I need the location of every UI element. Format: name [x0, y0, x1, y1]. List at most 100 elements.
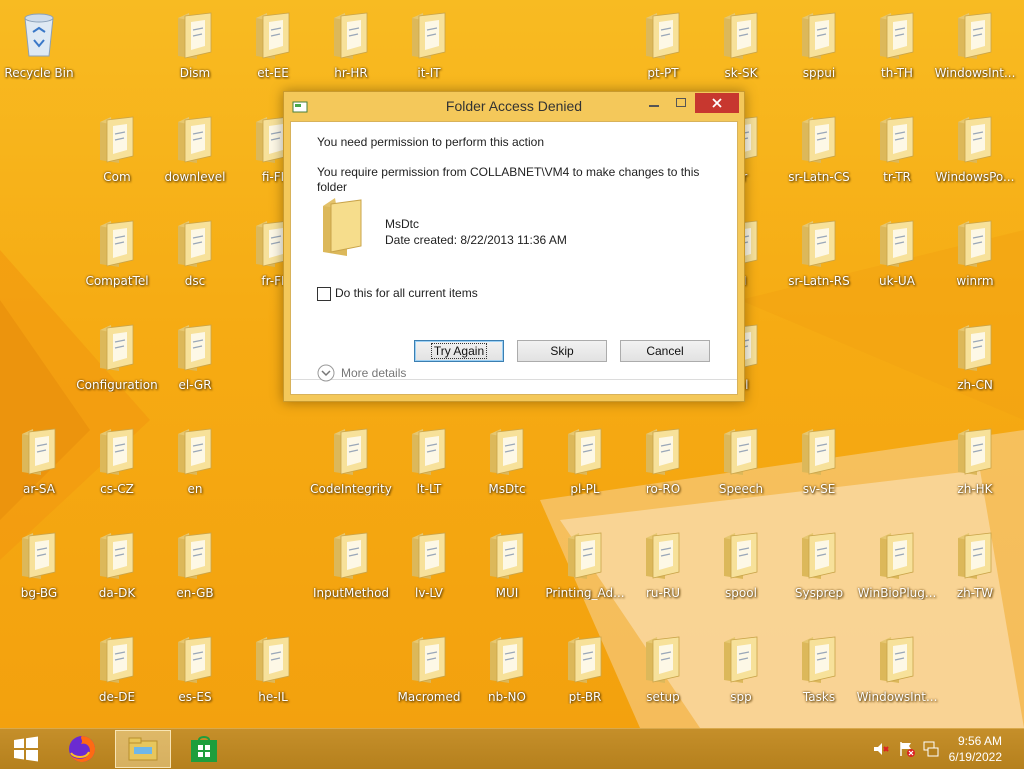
desktop-icon-zh-tw[interactable]: zh-TW [937, 524, 1013, 620]
desktop-icon-zh-hk[interactable]: zh-HK [937, 420, 1013, 516]
desktop-icon-nb-no[interactable]: nb-NO [469, 628, 545, 724]
desktop-icon-dism[interactable]: Dism [157, 4, 233, 100]
action-center-tray-button[interactable] [896, 730, 918, 768]
desktop-icon-printing-ad[interactable]: Printing_Ad... [545, 524, 625, 620]
desktop-icon-label: InputMethod [312, 586, 390, 600]
folder-icon [724, 428, 758, 475]
desktop-icon-sv-se[interactable]: sv-SE [781, 420, 857, 516]
folder-icon [490, 428, 524, 475]
desktop-icon-windowsint-1[interactable]: WindowsInt... [935, 4, 1015, 100]
maximize-button[interactable] [668, 93, 694, 113]
desktop-icon-es-es[interactable]: es-ES [157, 628, 233, 724]
desktop-icon-winbioplug[interactable]: WinBioPlug... [858, 524, 936, 620]
folder-icon [490, 636, 524, 683]
desktop-icon-spool[interactable]: spool [703, 524, 779, 620]
desktop-icon-uk-ua[interactable]: uk-UA [859, 212, 935, 308]
desktop-icon-en-gb[interactable]: en-GB [157, 524, 233, 620]
dialog-message: You require permission from COLLABNET\VM… [317, 165, 700, 194]
folder-icon [724, 12, 758, 59]
desktop-icon-ro-ro[interactable]: ro-RO [625, 420, 701, 516]
folder-icon [178, 532, 212, 579]
recycle-bin-icon [24, 13, 54, 57]
minimize-button[interactable] [641, 93, 667, 113]
close-button[interactable] [695, 93, 739, 113]
folder-icon [321, 196, 363, 260]
desktop-icon-label: ro-RO [645, 482, 681, 496]
desktop-icon-label: lt-LT [416, 482, 442, 496]
desktop-icon-label: bg-BG [20, 586, 58, 600]
folder-access-denied-dialog: Folder Access Denied You need permission… [283, 91, 745, 402]
desktop-icon-bg-bg[interactable]: bg-BG [1, 524, 77, 620]
desktop-icon-sysprep[interactable]: Sysprep [781, 524, 857, 620]
desktop-icon-zh-cn[interactable]: zh-CN [937, 316, 1013, 412]
file-explorer-taskbar-button[interactable] [115, 730, 171, 768]
folder-icon [334, 12, 368, 59]
desktop-icon-hr-hr[interactable]: hr-HR [313, 4, 389, 100]
desktop-icon-recycle-bin[interactable]: Recycle Bin [1, 4, 77, 100]
folder-icon [724, 532, 758, 579]
taskbar-clock[interactable]: 9:56 AM 6/19/2022 [949, 733, 1002, 765]
desktop-icon-sppui[interactable]: sppui [781, 4, 857, 100]
dialog-content: You need permission to perform this acti… [290, 121, 738, 395]
desktop-icon-inputmethod[interactable]: InputMethod [313, 524, 389, 620]
volume-tray-button[interactable] [870, 730, 892, 768]
desktop-icon-dsc[interactable]: dsc [157, 212, 233, 308]
desktop-icon-el-gr[interactable]: el-GR [157, 316, 233, 412]
desktop-icon-lt-lt[interactable]: lt-LT [391, 420, 467, 516]
desktop-icon-compattel[interactable]: CompatTel [79, 212, 155, 308]
desktop-icon-com[interactable]: Com [79, 108, 155, 204]
desktop-icon-label: uk-UA [879, 274, 915, 288]
folder-icon [178, 12, 212, 59]
skip-button[interactable]: Skip [517, 340, 607, 362]
desktop-icon-th-th[interactable]: th-TH [859, 4, 935, 100]
desktop-icon-pl-pl[interactable]: pl-PL [547, 420, 623, 516]
desktop-icon-pt-br[interactable]: pt-BR [547, 628, 623, 724]
dialog-titlebar[interactable]: Folder Access Denied [284, 92, 744, 120]
more-details-toggle[interactable]: More details [317, 364, 406, 382]
desktop-icon-pt-pt[interactable]: pt-PT [625, 4, 701, 100]
desktop-icon-he-il[interactable]: he-IL [235, 628, 311, 724]
desktop-icon-tr-tr[interactable]: tr-TR [859, 108, 935, 204]
desktop-icon-ru-ru[interactable]: ru-RU [625, 524, 701, 620]
desktop-icon-codeintegrity[interactable]: CodeIntegrity [310, 420, 392, 516]
folder-icon [412, 636, 446, 683]
desktop-icon-cs-cz[interactable]: cs-CZ [79, 420, 155, 516]
desktop-icon-da-dk[interactable]: da-DK [79, 524, 155, 620]
folder-icon [178, 116, 212, 163]
desktop-icon-setup[interactable]: setup [625, 628, 701, 724]
desktop-icon-label: he-IL [258, 690, 288, 704]
apply-all-checkbox[interactable] [317, 287, 331, 301]
taskbar: 9:56 AM 6/19/2022 [0, 728, 1024, 769]
desktop-icon-ar-sa[interactable]: ar-SA [1, 420, 77, 516]
desktop-icon-sr-latn-rs[interactable]: sr-Latn-RS [781, 212, 857, 308]
desktop-icon-speech[interactable]: Speech [703, 420, 779, 516]
desktop-icon-windowspo[interactable]: WindowsPo... [936, 108, 1014, 204]
desktop-icon-en[interactable]: en [157, 420, 233, 516]
desktop-icon-et-ee[interactable]: et-EE [235, 4, 311, 100]
desktop-icon-spp[interactable]: spp [703, 628, 779, 724]
try-again-button[interactable]: Try Again [414, 340, 504, 362]
desktop-icon-it-it[interactable]: it-IT [391, 4, 467, 100]
desktop-icon-winrm[interactable]: winrm [937, 212, 1013, 308]
network-tray-button[interactable] [920, 730, 942, 768]
cancel-button[interactable]: Cancel [620, 340, 710, 362]
start-button[interactable] [6, 730, 46, 768]
desktop-icon-de-de[interactable]: de-DE [79, 628, 155, 724]
desktop-icon-label: pt-PT [647, 66, 679, 80]
desktop-icon-lv-lv[interactable]: lv-LV [391, 524, 467, 620]
desktop-icon-label: WinBioPlug... [857, 586, 937, 600]
desktop-icon-downlevel[interactable]: downlevel [157, 108, 233, 204]
desktop-icon-configuration[interactable]: Configuration [76, 316, 158, 412]
desktop-icon-msdtc[interactable]: MsDtc [469, 420, 545, 516]
desktop-icon-tasks[interactable]: Tasks [781, 628, 857, 724]
desktop-icon-mui[interactable]: MUI [469, 524, 545, 620]
folder-icon [100, 220, 134, 267]
desktop-icon-sr-latn-cs[interactable]: sr-Latn-CS [781, 108, 857, 204]
desktop-icon-windowsint-2[interactable]: WindowsInt... [857, 628, 937, 724]
chevron-down-icon [317, 364, 335, 382]
desktop-icon-macromed[interactable]: Macromed [391, 628, 467, 724]
desktop-icon-label: WindowsInt... [856, 690, 938, 704]
firefox-taskbar-button[interactable] [60, 730, 104, 768]
store-taskbar-button[interactable] [182, 730, 226, 768]
desktop-icon-sk-sk[interactable]: sk-SK [703, 4, 779, 100]
